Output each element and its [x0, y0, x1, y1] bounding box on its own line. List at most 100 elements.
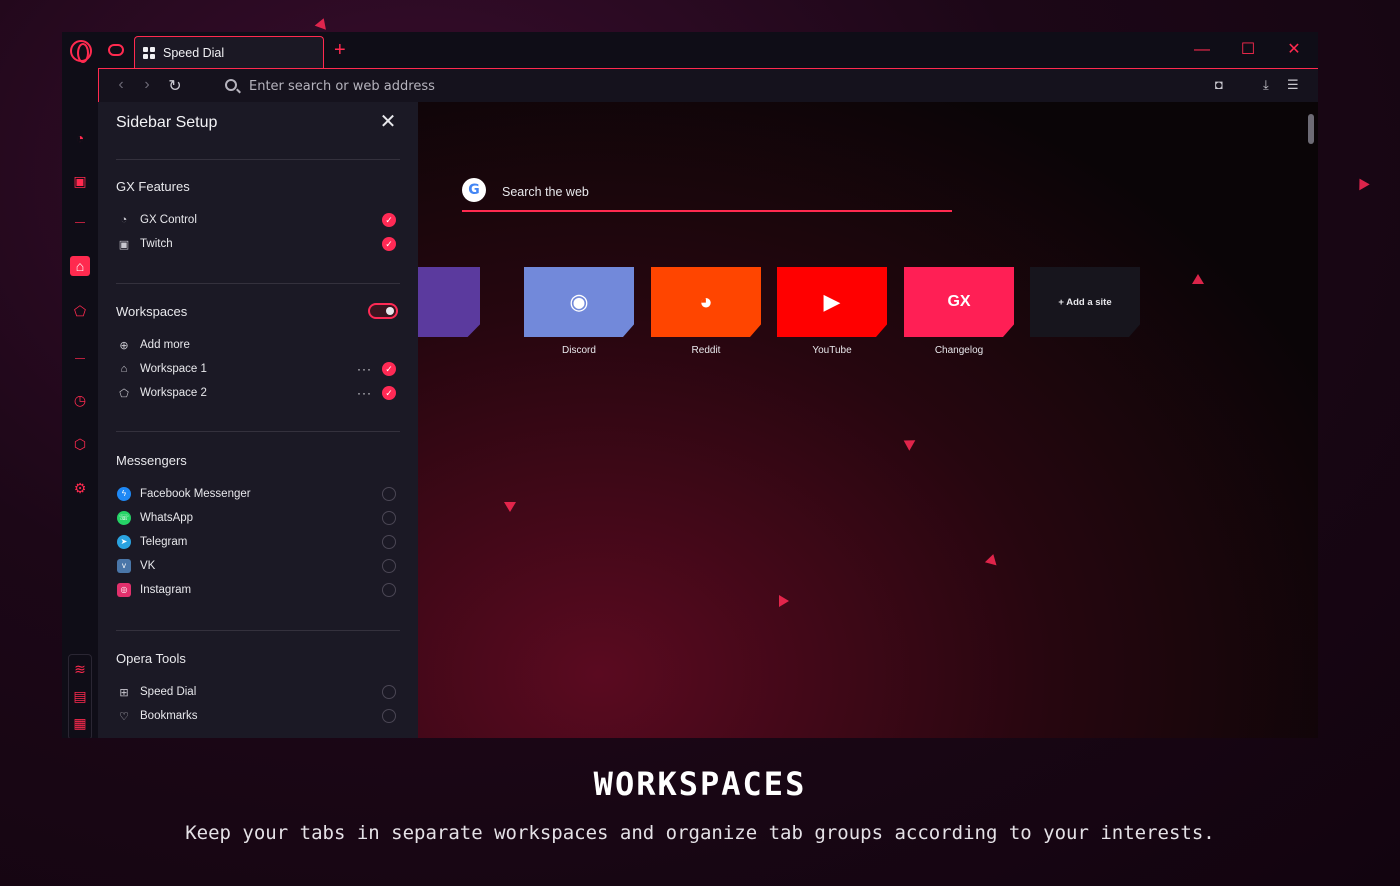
divider — [116, 159, 400, 160]
twitch-icon[interactable]: ▣ — [70, 171, 90, 191]
home-icon: ⌂ — [120, 363, 128, 375]
add-site-tile[interactable]: + Add a site — [1030, 267, 1140, 337]
workspace-2-more-button[interactable]: ··· — [357, 386, 372, 400]
changelog-gx-icon: GX — [947, 293, 971, 310]
row-label: Instagram — [140, 584, 192, 596]
settings-icon[interactable]: ⚙ — [70, 478, 90, 498]
facebook-messenger-checkbox[interactable] — [382, 487, 396, 501]
workspace-1-more-button[interactable]: ··· — [357, 362, 372, 376]
section-messengers: Messengers — [116, 453, 187, 468]
whatsapp-checkbox[interactable] — [382, 511, 396, 525]
telegram-row[interactable]: ➤ Telegram — [116, 531, 400, 553]
maximize-button[interactable]: ☐ — [1236, 38, 1260, 62]
speed-dial-tile-reddit[interactable]: ◕ — [651, 267, 761, 337]
gx-control-icon: ◔ — [120, 214, 128, 226]
twitch-checkbox[interactable]: ✓ — [382, 237, 396, 251]
vk-checkbox[interactable] — [382, 559, 396, 573]
camera-icon[interactable]: ◘ — [1215, 77, 1223, 92]
tab-title: Speed Dial — [163, 45, 225, 60]
discord-icon: ◉ — [569, 289, 589, 314]
workspace-1-icon[interactable]: ⌂ — [70, 256, 90, 276]
extensions-icon[interactable]: ⬡ — [70, 434, 90, 454]
row-label: Workspace 1 — [140, 363, 207, 375]
address-input[interactable] — [249, 74, 849, 98]
add-site-label: + Add a site — [1058, 296, 1112, 308]
facebook-messenger-row[interactable]: ϟ Facebook Messenger — [116, 483, 400, 505]
back-icon[interactable]: ‹ — [111, 76, 131, 94]
speed-dial-checkbox[interactable] — [382, 685, 396, 699]
speed-dial-tile-partial[interactable] — [418, 267, 480, 337]
sidebar-setup-panel: Sidebar Setup ✕ GX Features ◔ GX Control… — [98, 102, 418, 738]
promo-headline: WORKSPACES — [593, 765, 807, 803]
add-circle-icon: ⊕ — [119, 339, 129, 352]
browser-window: Speed Dial + — ☐ ✕ ‹ › ↻ ◘ ⤓ ☰ ◔ ▣ ⌂ ⬠ ◷… — [62, 32, 1318, 738]
bookmarks-row[interactable]: ♡ Bookmarks — [116, 705, 400, 727]
whatsapp-row[interactable]: ☏ WhatsApp — [116, 507, 400, 529]
twitch-row[interactable]: ▣ Twitch ✓ — [116, 233, 400, 255]
instagram-row[interactable]: ◎ Instagram — [116, 579, 400, 601]
workspace-1-checkbox[interactable]: ✓ — [382, 362, 396, 376]
row-label: Twitch — [140, 238, 173, 250]
workspace-2-row[interactable]: ⬠ Workspace 2 ··· ✓ — [116, 382, 400, 404]
rail-divider — [75, 358, 85, 359]
workspace-1-row[interactable]: ⌂ Workspace 1 ··· ✓ — [116, 358, 400, 380]
speed-dial-page: G ◉ Discord ◕ Reddit ▶ YouTube GX Change… — [418, 102, 1318, 738]
speed-dial-row[interactable]: ⊞ Speed Dial — [116, 681, 400, 703]
speed-dial-grid-icon: ⊞ — [119, 686, 129, 699]
hardware-limiter-group: ≋ ▤ ▦ — [68, 654, 92, 738]
cpu-icon[interactable]: ▦ — [70, 713, 90, 733]
web-search-box: G — [462, 174, 952, 212]
row-label: GX Control — [140, 214, 197, 226]
new-tab-button[interactable]: + — [334, 38, 346, 62]
close-window-button[interactable]: ✕ — [1282, 38, 1306, 62]
wifi-icon[interactable]: ≋ — [70, 659, 90, 679]
workspaces-toggle[interactable] — [368, 303, 398, 319]
telegram-checkbox[interactable] — [382, 535, 396, 549]
row-label: Add more — [140, 339, 190, 351]
gx-control-icon[interactable]: ◔ — [70, 128, 90, 148]
forward-icon[interactable]: › — [137, 76, 157, 94]
workspace-2-checkbox[interactable]: ✓ — [382, 386, 396, 400]
gx-control-checkbox[interactable]: ✓ — [382, 213, 396, 227]
settings-sliders-icon[interactable]: ☰ — [1287, 77, 1299, 93]
instagram-checkbox[interactable] — [382, 583, 396, 597]
promo-tagline: Keep your tabs in separate workspaces an… — [185, 822, 1215, 844]
speed-dial-grid-icon — [143, 46, 155, 59]
speed-dial-tile-youtube[interactable]: ▶ — [777, 267, 887, 337]
row-label: Workspace 2 — [140, 387, 207, 399]
row-label: Bookmarks — [140, 710, 198, 722]
history-icon[interactable]: ◷ — [70, 390, 90, 410]
panel-title: Sidebar Setup — [116, 114, 218, 131]
section-gx-features: GX Features — [116, 179, 190, 194]
speed-dial-tile-discord[interactable]: ◉ — [524, 267, 634, 337]
scrollbar-thumb[interactable] — [1308, 114, 1314, 144]
storage-icon[interactable]: ▤ — [70, 686, 90, 706]
sidebar-rail: ◔ ▣ ⌂ ⬠ ◷ ⬡ ⚙ ≋ ▤ ▦ ⋯ — [62, 68, 98, 738]
row-label: Telegram — [140, 536, 188, 548]
bookmarks-checkbox[interactable] — [382, 709, 396, 723]
heart-icon: ♡ — [119, 710, 129, 723]
google-icon: G — [462, 178, 486, 202]
workspace-2-icon[interactable]: ⬠ — [70, 301, 90, 321]
close-panel-button[interactable]: ✕ — [376, 110, 400, 134]
row-label: WhatsApp — [140, 512, 194, 524]
tile-label-reddit: Reddit — [691, 345, 721, 356]
download-icon[interactable]: ⤓ — [1263, 77, 1269, 93]
gx-control-row[interactable]: ◔ GX Control ✓ — [116, 209, 400, 231]
divider — [116, 283, 400, 284]
speed-dial-tile-changelog[interactable]: GX — [904, 267, 1014, 337]
opera-logo-icon[interactable] — [70, 40, 92, 63]
minimize-button[interactable]: — — [1190, 38, 1214, 62]
tab-speed-dial[interactable]: Speed Dial — [134, 36, 324, 68]
star-icon: ⬠ — [119, 387, 129, 400]
background-shard — [314, 16, 330, 30]
reload-icon[interactable]: ↻ — [165, 76, 185, 96]
vk-row[interactable]: v VK — [116, 555, 400, 577]
web-search-input[interactable] — [502, 182, 922, 202]
add-more-row[interactable]: ⊕ Add more — [116, 334, 400, 356]
search-icon — [225, 79, 237, 91]
reddit-icon: ◕ — [699, 289, 713, 314]
gamepad-icon[interactable] — [108, 44, 124, 56]
background-shard — [1354, 175, 1370, 191]
messenger-icon: ϟ — [117, 487, 131, 501]
